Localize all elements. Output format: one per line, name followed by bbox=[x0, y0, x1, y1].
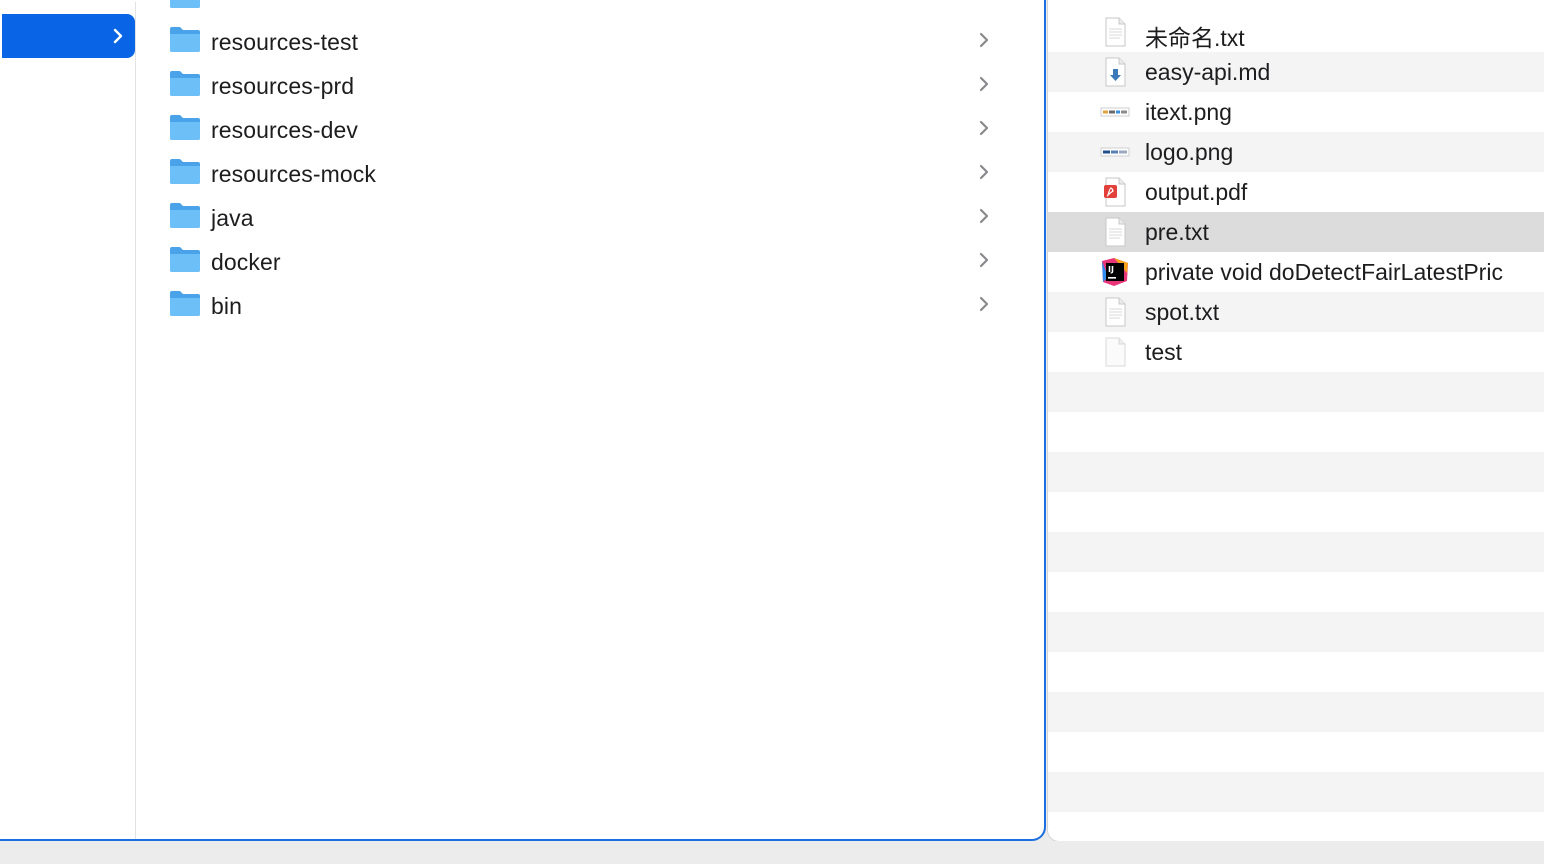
list-stripe bbox=[1048, 692, 1544, 732]
chevron-right-icon bbox=[979, 164, 989, 180]
file-row[interactable]: logo.png bbox=[1048, 132, 1544, 172]
text-file-icon bbox=[1105, 297, 1126, 327]
folder-icon bbox=[170, 71, 200, 96]
png-image-icon bbox=[1100, 107, 1130, 117]
file-row[interactable]: IJ private void doDetectFairLatestPric bbox=[1048, 252, 1544, 292]
folder-name: bin bbox=[211, 293, 242, 319]
list-stripe bbox=[1048, 532, 1544, 572]
list-stripe bbox=[1048, 732, 1544, 772]
file-name: spot.txt bbox=[1145, 299, 1220, 325]
list-stripe bbox=[1048, 452, 1544, 492]
blank-file-icon bbox=[1105, 337, 1126, 367]
list-stripe bbox=[1048, 412, 1544, 452]
chevron-right-icon bbox=[979, 296, 989, 312]
folder-row[interactable]: resources-mock bbox=[157, 150, 1017, 194]
list-stripe bbox=[1048, 652, 1544, 692]
file-row[interactable]: output.pdf bbox=[1048, 172, 1544, 212]
png-image-icon bbox=[1100, 147, 1130, 157]
file-name: 未命名.txt bbox=[1145, 25, 1245, 51]
file-list-window: 未命名.txt easy-api.md itext.png logo.png o… bbox=[1047, 0, 1544, 842]
finder-column-window: resources-test resources-prd resources-d… bbox=[0, 0, 1046, 841]
file-row[interactable]: itext.png bbox=[1048, 92, 1544, 132]
desktop-background bbox=[0, 841, 1544, 864]
file-name: pre.txt bbox=[1145, 219, 1209, 245]
folder-name: resources-prd bbox=[211, 73, 355, 99]
file-row[interactable]: easy-api.md bbox=[1048, 52, 1544, 92]
intellij-file-icon: IJ bbox=[1102, 258, 1128, 286]
chevron-right-icon bbox=[979, 208, 989, 224]
parent-column-selected-item[interactable] bbox=[2, 14, 135, 58]
folder-name: resources-test bbox=[211, 29, 359, 55]
folder-icon bbox=[170, 27, 200, 52]
folder-column: resources-test resources-prd resources-d… bbox=[157, 0, 1027, 839]
folder-icon bbox=[170, 115, 200, 140]
folder-name: java bbox=[211, 205, 254, 231]
folder-icon bbox=[170, 291, 200, 316]
file-name: logo.png bbox=[1145, 139, 1234, 165]
folder-icon bbox=[170, 159, 200, 184]
folder-icon bbox=[170, 203, 200, 228]
list-stripe bbox=[1048, 492, 1544, 532]
chevron-right-icon bbox=[979, 120, 989, 136]
file-name: private void doDetectFairLatestPric bbox=[1145, 259, 1503, 285]
file-row[interactable]: test bbox=[1048, 332, 1544, 372]
folder-row[interactable]: resources-prd bbox=[157, 62, 1017, 106]
chevron-right-icon bbox=[979, 252, 989, 268]
file-row[interactable]: 未命名.txt bbox=[1048, 12, 1544, 52]
list-stripe bbox=[1048, 372, 1544, 412]
list-stripe bbox=[1048, 612, 1544, 652]
text-file-icon bbox=[1105, 217, 1126, 247]
chevron-right-icon bbox=[113, 28, 123, 44]
file-name: easy-api.md bbox=[1145, 59, 1271, 85]
file-name: test bbox=[1145, 339, 1183, 365]
svg-text:IJ: IJ bbox=[1108, 265, 1114, 274]
folder-row[interactable]: java bbox=[157, 194, 1017, 238]
file-row-selected[interactable]: pre.txt bbox=[1048, 212, 1544, 252]
list-stripe bbox=[1048, 812, 1544, 841]
file-name: output.pdf bbox=[1145, 179, 1248, 205]
file-row[interactable]: spot.txt bbox=[1048, 292, 1544, 332]
pdf-file-icon bbox=[1104, 177, 1126, 207]
list-stripe bbox=[1048, 572, 1544, 612]
folder-row[interactable]: resources-dev bbox=[157, 106, 1017, 150]
file-name: itext.png bbox=[1145, 99, 1232, 125]
chevron-right-icon bbox=[979, 32, 989, 48]
folder-name: resources-dev bbox=[211, 117, 359, 143]
chevron-right-icon bbox=[979, 76, 989, 92]
folder-row[interactable]: resources-test bbox=[157, 18, 1017, 62]
folder-icon bbox=[170, 247, 200, 272]
folder-icon bbox=[170, 0, 200, 8]
folder-name: docker bbox=[211, 249, 281, 275]
folder-row-partial[interactable] bbox=[157, 0, 1017, 18]
list-stripe bbox=[1048, 772, 1544, 812]
text-file-icon bbox=[1105, 17, 1126, 47]
markdown-file-icon bbox=[1105, 57, 1126, 87]
folder-row[interactable]: bin bbox=[157, 282, 1017, 326]
parent-column bbox=[2, 2, 136, 839]
folder-name: resources-mock bbox=[211, 161, 376, 187]
folder-row[interactable]: docker bbox=[157, 238, 1017, 282]
